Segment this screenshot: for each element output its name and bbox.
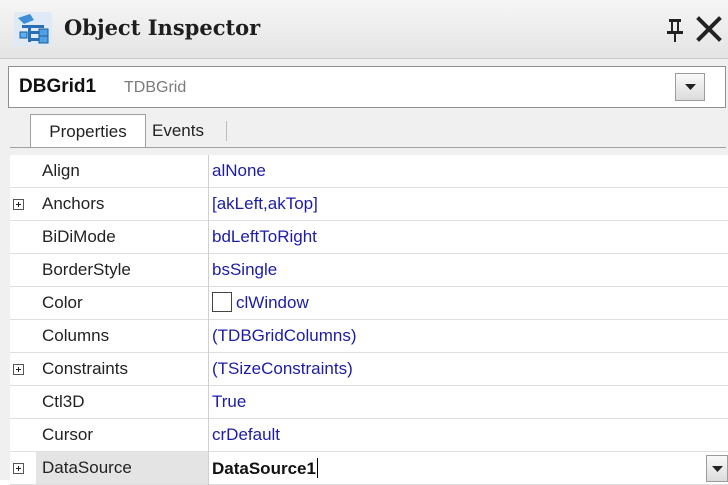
column-divider: [208, 254, 209, 287]
row-gutter: [10, 254, 30, 287]
row-gutter: [10, 188, 30, 221]
property-value[interactable]: clWindow: [212, 287, 722, 319]
column-divider: [208, 221, 209, 254]
column-divider: [208, 287, 209, 320]
property-name: Anchors: [42, 194, 105, 213]
tab-divider: [226, 121, 227, 141]
row-gutter: [10, 221, 30, 254]
property-value[interactable]: (TDBGridColumns): [212, 320, 722, 352]
row-gutter: [10, 155, 30, 188]
component-dropdown-button[interactable]: [675, 73, 705, 101]
property-row-borderstyle[interactable]: BorderStyle bsSingle: [10, 254, 728, 287]
property-value[interactable]: [akLeft,akTop]: [212, 188, 722, 220]
property-value[interactable]: (TSizeConstraints): [212, 353, 722, 385]
property-value[interactable]: True: [212, 386, 722, 418]
inspector-tabs: Properties Events: [10, 114, 726, 148]
property-row-align[interactable]: Align alNone: [10, 155, 728, 188]
property-row-datasource[interactable]: DataSource DataSource1: [10, 452, 728, 485]
property-name: Color: [42, 293, 83, 312]
title-bar: Object Inspector: [0, 0, 728, 59]
row-gutter: [10, 320, 30, 353]
property-row-cursor[interactable]: Cursor crDefault: [10, 419, 728, 452]
property-name: Cursor: [42, 425, 94, 444]
property-name: BorderStyle: [42, 260, 131, 279]
window-title: Object Inspector: [64, 15, 261, 40]
column-divider: [208, 353, 209, 386]
column-divider: [208, 386, 209, 419]
color-swatch: [212, 292, 232, 313]
column-divider: [208, 452, 209, 485]
row-gutter: [10, 353, 30, 386]
row-gutter: [10, 452, 30, 485]
column-divider: [208, 475, 209, 480]
component-name: DBGrid1: [19, 76, 97, 97]
expand-icon[interactable]: [13, 199, 24, 210]
chevron-down-icon: [685, 84, 696, 90]
column-divider: [208, 320, 209, 353]
property-name: Constraints: [42, 359, 128, 378]
property-name: Columns: [42, 326, 110, 345]
pin-icon[interactable]: [664, 17, 686, 43]
tabs-underline: [10, 147, 726, 148]
property-name: Ctl3D: [42, 392, 85, 411]
row-gutter: [10, 386, 30, 419]
object-inspector-icon: [14, 12, 52, 46]
row-gutter: [10, 287, 30, 320]
close-icon[interactable]: [694, 14, 724, 44]
tab-properties[interactable]: Properties: [30, 114, 146, 148]
property-value[interactable]: crDefault: [212, 419, 722, 451]
property-row-anchors[interactable]: Anchors [akLeft,akTop]: [10, 188, 728, 221]
column-divider: [208, 419, 209, 452]
property-value[interactable]: alNone: [212, 155, 722, 187]
property-name: BiDiMode: [42, 227, 116, 246]
next-property-row-partial: [10, 475, 728, 480]
property-row-color[interactable]: Color clWindow: [10, 287, 728, 320]
column-divider: [208, 188, 209, 221]
chevron-down-icon: [712, 466, 723, 472]
expand-icon[interactable]: [13, 364, 24, 375]
property-grid: Align alNone Anchors [akLeft,akTop] BiDi…: [10, 155, 728, 485]
object-inspector-window: Object Inspector DBGrid1 TDBGrid Propert…: [0, 0, 728, 485]
property-value[interactable]: bsSingle: [212, 254, 722, 286]
component-type: TDBGrid: [124, 79, 187, 96]
color-value-text: clWindow: [236, 293, 309, 312]
property-row-columns[interactable]: Columns (TDBGridColumns): [10, 320, 728, 353]
property-name: Align: [42, 161, 80, 180]
property-row-constraints[interactable]: Constraints (TSizeConstraints): [10, 353, 728, 386]
property-row-ctl3d[interactable]: Ctl3D True: [10, 386, 728, 419]
property-value[interactable]: bdLeftToRight: [212, 221, 722, 253]
property-row-bidimode[interactable]: BiDiMode bdLeftToRight: [10, 221, 728, 254]
row-gutter: [10, 419, 30, 452]
expand-icon[interactable]: [13, 463, 24, 474]
column-divider: [208, 155, 209, 188]
component-selector[interactable]: DBGrid1 TDBGrid: [8, 66, 726, 108]
